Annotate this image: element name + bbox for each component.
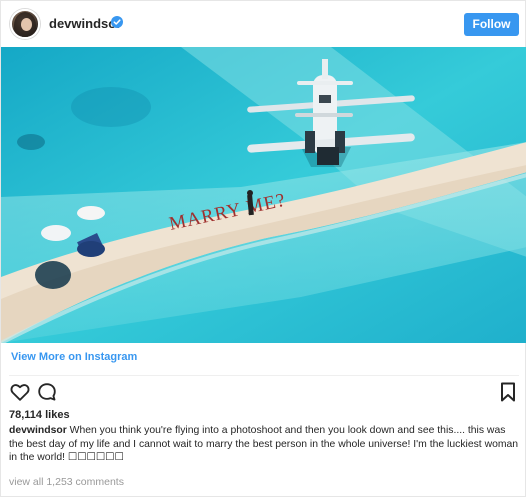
instagram-embed-card: devwindsor Follow MARRY ME? View More on…: [0, 0, 526, 497]
likes-count[interactable]: 78,114 likes: [9, 409, 70, 421]
avatar[interactable]: [10, 9, 40, 39]
comment-icon[interactable]: [36, 381, 58, 403]
view-more-link[interactable]: View More on Instagram: [11, 351, 137, 363]
caption: devwindsor When you think you're flying …: [9, 424, 521, 465]
caption-username[interactable]: devwindsor: [9, 425, 67, 436]
bookmark-icon[interactable]: [499, 381, 517, 403]
heart-icon[interactable]: [9, 381, 31, 403]
follow-button[interactable]: Follow: [464, 13, 519, 36]
avatar-face: [21, 18, 32, 31]
action-bar: [1, 381, 526, 405]
verified-badge-icon: [111, 16, 123, 28]
post-header: devwindsor Follow: [1, 1, 526, 47]
photo-illustration: MARRY ME?: [1, 47, 526, 343]
post-photo[interactable]: MARRY ME?: [1, 47, 526, 343]
view-all-comments-link[interactable]: view all 1,253 comments: [9, 476, 124, 488]
caption-text: When you think you're flying into a phot…: [9, 425, 519, 463]
divider: [9, 375, 519, 376]
